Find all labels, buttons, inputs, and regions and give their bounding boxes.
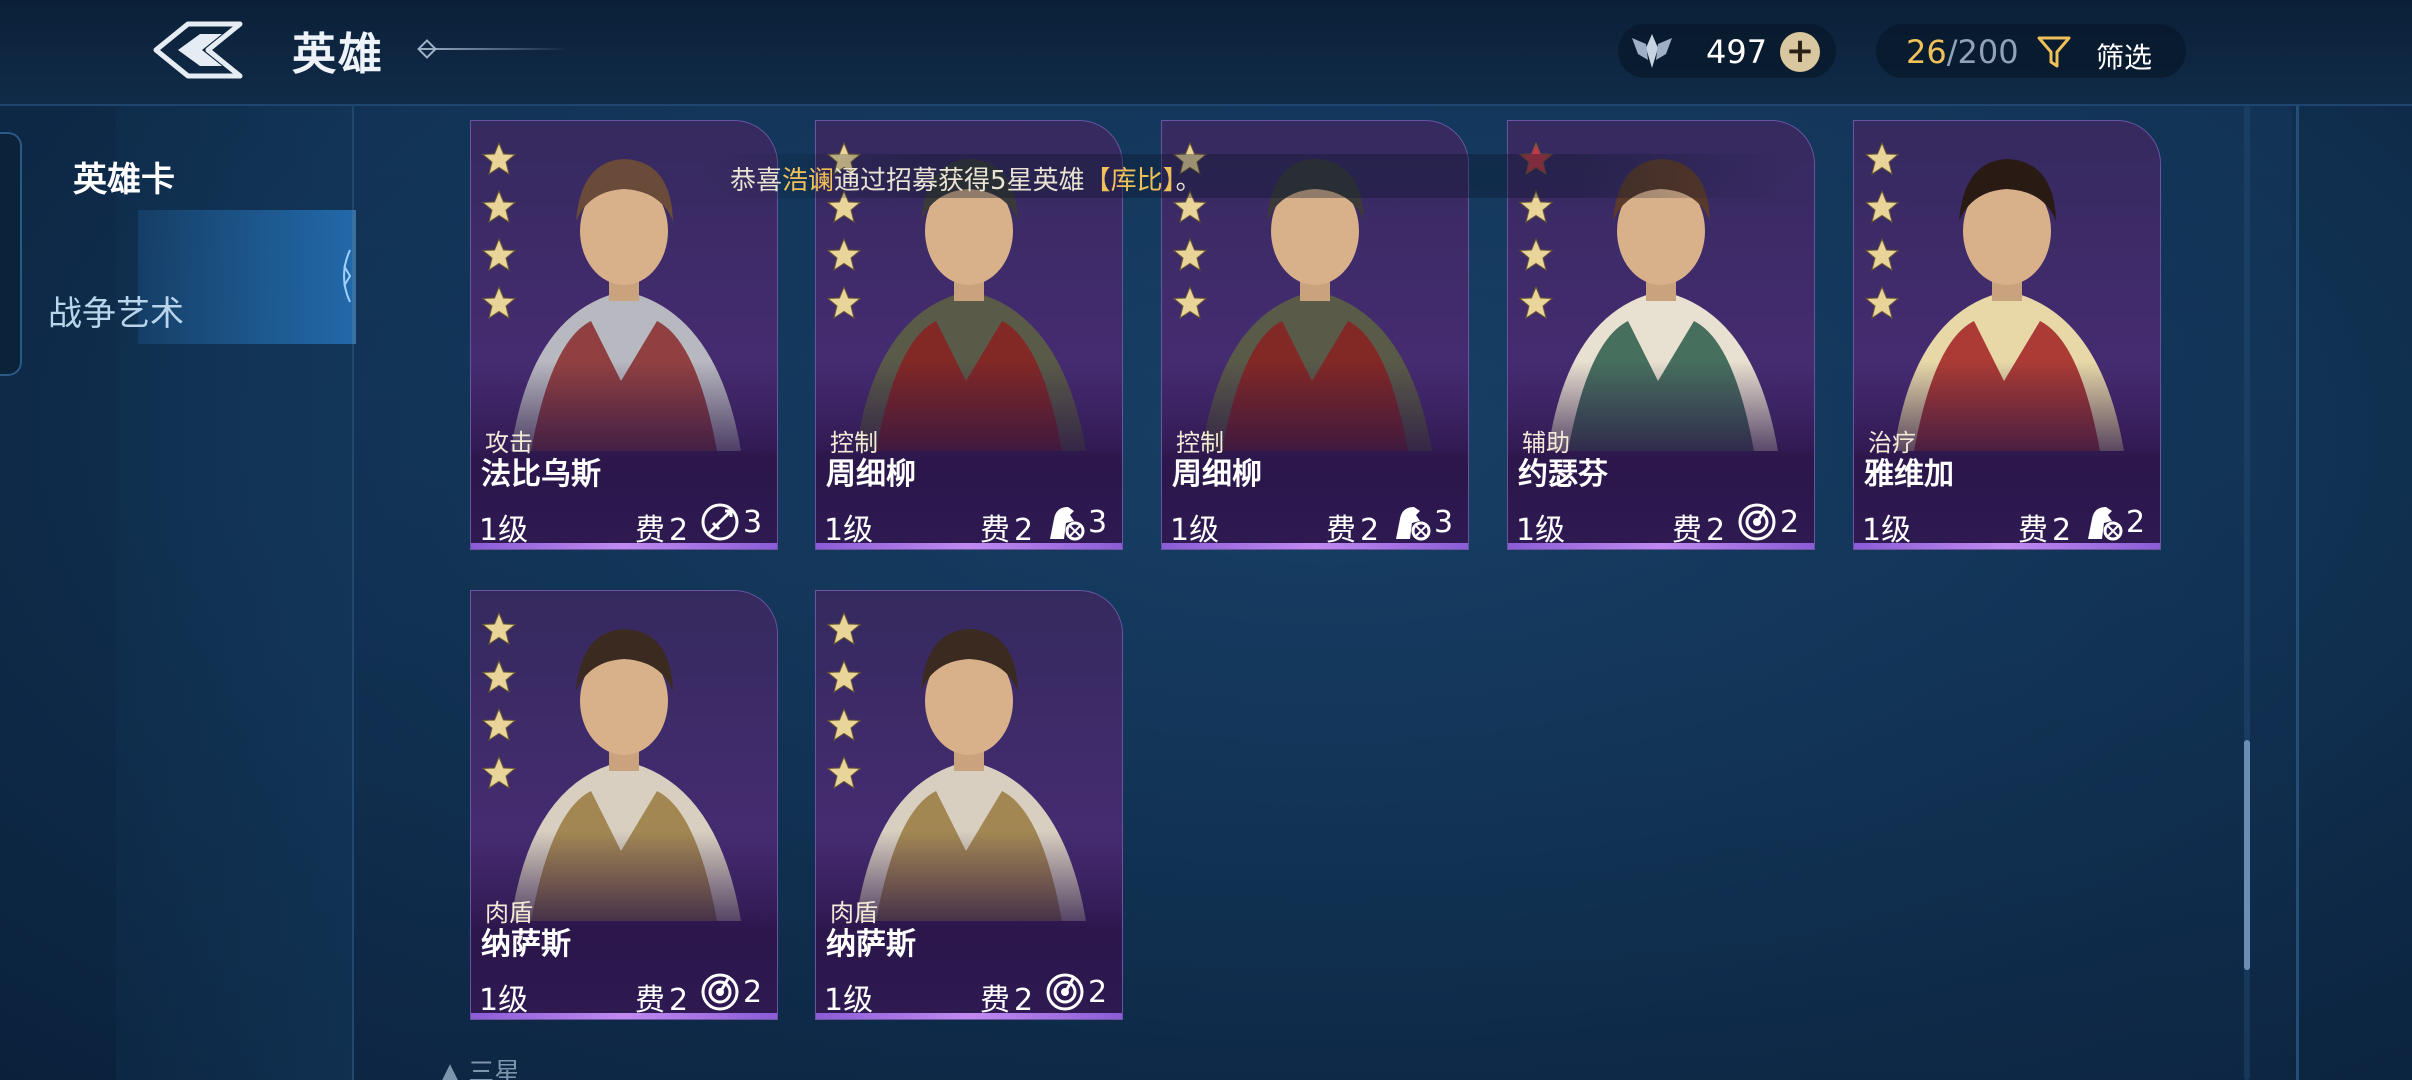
title-divider [418, 48, 568, 50]
star-icon [826, 611, 862, 646]
star-rating [481, 611, 521, 803]
target-icon [1046, 973, 1084, 1011]
resource-pill: 497 + [1618, 24, 1836, 78]
card-bottom-bar [1854, 543, 2160, 549]
archer-feather-icon [701, 503, 739, 541]
card-bottom-bar [471, 1013, 777, 1019]
notice-suffix: 。 [1175, 166, 1202, 196]
unit-count: 3 [743, 505, 763, 540]
star-icon [1172, 285, 1208, 320]
card-bottom-bar [816, 1013, 1122, 1019]
nav-ornament-icon [343, 249, 352, 303]
hero-card[interactable]: 肉盾 纳萨斯 1级费 2 2 [470, 590, 778, 1020]
star-icon [826, 237, 862, 272]
back-arrow-icon[interactable] [148, 18, 248, 82]
card-bottom-bar [1508, 543, 1814, 549]
game-screen: 英雄 497 + 26/200 筛选 英雄卡 战争艺术 攻击 法比乌斯 1级 费… [0, 0, 2412, 1080]
hero-name: 法比乌斯 [481, 457, 601, 492]
star-icon [481, 285, 517, 320]
notice-hero: 库比 [1110, 166, 1163, 196]
star-rating [826, 611, 866, 803]
target-icon [1738, 503, 1776, 541]
star-icon [1518, 285, 1554, 320]
hero-count-current: 26 [1906, 33, 1947, 71]
star-icon [1518, 237, 1554, 272]
star-rating [1864, 141, 1904, 333]
card-bottom-bar [816, 543, 1122, 549]
panel-right-border [2296, 106, 2299, 1080]
top-bar: 英雄 497 + 26/200 筛选 [0, 0, 2412, 106]
star-icon [481, 755, 517, 790]
funnel-icon[interactable] [2036, 34, 2072, 70]
hero-count-separator: / [1946, 33, 1958, 71]
sidebar-item-hero-cards[interactable]: 英雄卡 [24, 152, 224, 201]
section-header-partial: ▲ 三星 [440, 1058, 521, 1080]
add-resource-button[interactable]: + [1780, 32, 1820, 72]
star-icon [481, 237, 517, 272]
star-rating [481, 141, 521, 333]
notice-player: 浩谰 [782, 166, 835, 196]
unit-count: 2 [2126, 505, 2146, 540]
star-icon [481, 611, 517, 646]
unit-count: 3 [1088, 505, 1108, 540]
unit-count: 2 [1780, 505, 1800, 540]
star-icon [826, 755, 862, 790]
recruit-notification: 恭喜浩谰通过招募获得5星英雄【库比】。 [730, 160, 1202, 197]
sidebar-item-art-of-war[interactable]: 战争艺术 [16, 286, 216, 335]
hero-name: 纳萨斯 [826, 927, 916, 962]
star-icon [1172, 237, 1208, 272]
filter-button[interactable]: 筛选 [2096, 36, 2152, 76]
hero-name: 纳萨斯 [481, 927, 571, 962]
unit-count: 3 [1434, 505, 1454, 540]
hero-count-max: 200 [1957, 33, 2019, 71]
hero-card[interactable]: 治疗 雅维加 1级费 2 2 [1853, 120, 2161, 550]
hero-card[interactable]: 肉盾 纳萨斯 1级费 2 2 [815, 590, 1123, 1020]
card-bottom-bar [471, 543, 777, 549]
card-bottom-bar [1162, 543, 1468, 549]
star-icon [481, 659, 517, 694]
left-edge-tab[interactable] [0, 132, 22, 376]
hero-count: 26/200 [1906, 33, 2019, 71]
notice-open-bracket: 【 [1084, 166, 1111, 196]
star-icon [481, 189, 517, 224]
page-title: 英雄 [292, 29, 384, 80]
hero-name: 周细柳 [1172, 457, 1262, 492]
unit-count: 2 [743, 975, 763, 1010]
notice-prefix: 恭喜 [730, 166, 783, 196]
cavalry-horse-icon [1396, 507, 1431, 541]
target-icon [701, 973, 739, 1011]
notice-close-bracket: 】 [1162, 166, 1176, 196]
scrollbar-thumb[interactable] [2244, 740, 2250, 970]
star-icon [826, 659, 862, 694]
resource-value: 497 [1706, 33, 1768, 71]
star-icon [1864, 285, 1900, 320]
star-icon [481, 141, 517, 176]
star-icon [481, 707, 517, 742]
cavalry-horse-icon [2088, 507, 2123, 541]
cavalry-horse-icon [1050, 507, 1085, 541]
notice-middle: 通过招募获得5星英雄 [834, 166, 1085, 196]
sidebar [116, 106, 356, 1080]
hero-name: 雅维加 [1864, 457, 1954, 492]
unit-count: 2 [1088, 975, 1108, 1010]
hero-name: 约瑟芬 [1518, 457, 1608, 492]
star-icon [1864, 189, 1900, 224]
star-icon [826, 707, 862, 742]
hero-name: 周细柳 [826, 457, 916, 492]
star-icon [1864, 141, 1900, 176]
crystal-wings-icon [1632, 34, 1672, 68]
hero-count-pill: 26/200 筛选 [1876, 24, 2186, 78]
star-icon [1864, 237, 1900, 272]
star-icon [826, 285, 862, 320]
